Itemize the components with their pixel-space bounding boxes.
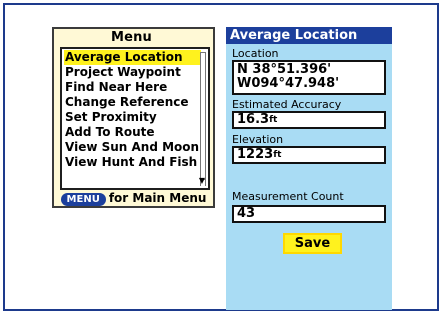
estimated-accuracy-field: 16.3ft xyxy=(232,111,386,129)
elevation-value: 1223 xyxy=(237,147,274,162)
menu-scrollbar[interactable] xyxy=(200,52,206,186)
latitude-value: N 38°51.396' xyxy=(237,62,332,77)
elevation-label: Elevation xyxy=(232,133,284,146)
menu-item-view-sun-and-moon[interactable]: View Sun And Moon xyxy=(64,140,201,155)
menu-item-view-hunt-and-fish[interactable]: View Hunt And Fish xyxy=(64,155,201,170)
accuracy-unit: ft xyxy=(269,115,278,125)
average-location-title: Average Location xyxy=(226,27,392,44)
menu-screen: Menu Average Location Project Waypoint F… xyxy=(52,27,215,208)
scrollbar-thumb[interactable] xyxy=(201,52,205,180)
menu-item-find-near-here[interactable]: Find Near Here xyxy=(64,80,201,95)
menu-list: Average Location Project Waypoint Find N… xyxy=(60,47,210,190)
measurement-count-label: Measurement Count xyxy=(232,190,344,203)
outer-frame: Menu Average Location Project Waypoint F… xyxy=(3,3,439,311)
save-button[interactable]: Save xyxy=(283,233,342,254)
elevation-field: 1223ft xyxy=(232,146,386,164)
menu-item-change-reference[interactable]: Change Reference xyxy=(64,95,201,110)
menu-footer-text: for Main Menu xyxy=(108,191,207,205)
location-label: Location xyxy=(232,47,279,60)
location-field: N 38°51.396' W094°47.948' xyxy=(232,60,386,95)
scroll-down-arrow-icon: ▼ xyxy=(198,176,205,185)
elevation-unit: ft xyxy=(273,150,282,160)
average-location-screen: Average Location Location N 38°51.396' W… xyxy=(226,27,392,310)
estimated-accuracy-label: Estimated Accuracy xyxy=(232,98,342,111)
measurement-count-value: 43 xyxy=(237,206,256,221)
menu-title: Menu xyxy=(110,30,153,45)
menu-item-set-proximity[interactable]: Set Proximity xyxy=(64,110,201,125)
measurement-count-field: 43 xyxy=(232,205,386,223)
menu-footer: MENU for Main Menu xyxy=(54,191,213,206)
menu-item-add-to-route[interactable]: Add To Route xyxy=(64,125,201,140)
menu-item-project-waypoint[interactable]: Project Waypoint xyxy=(64,65,201,80)
longitude-value: W094°47.948' xyxy=(237,76,340,91)
menu-item-average-location[interactable]: Average Location xyxy=(64,50,201,65)
menu-key-badge: MENU xyxy=(60,193,106,206)
accuracy-value: 16.3 xyxy=(237,112,270,127)
